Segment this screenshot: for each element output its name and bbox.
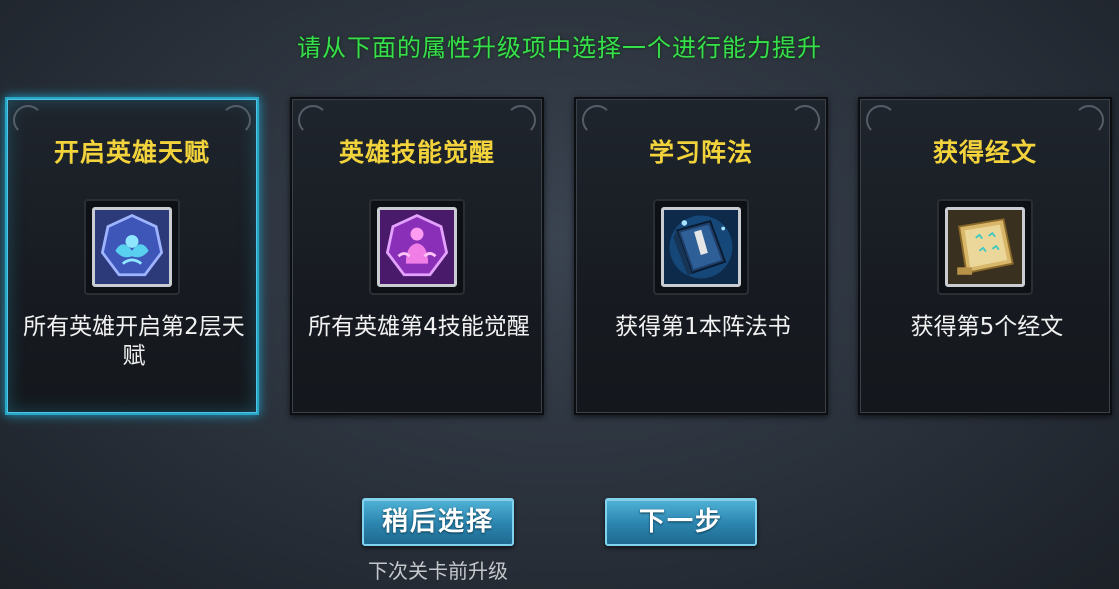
instruction-title: 请从下面的属性升级项中选择一个进行能力提升 — [297, 34, 822, 62]
card-description: 所有英雄开启第2层天赋 — [23, 314, 245, 369]
card-title: 开启英雄天赋 — [53, 138, 210, 167]
card-title: 英雄技能觉醒 — [338, 138, 495, 167]
card-description: 获得第1本阵法书 — [615, 314, 791, 340]
corner-ornament — [298, 105, 328, 135]
formation-book-icon — [661, 207, 741, 287]
icon-frame — [369, 199, 465, 295]
upgrade-card-hero-talent[interactable]: 开启英雄天赋 所有英雄开启第2层天赋 — [5, 97, 259, 415]
card-description: 所有英雄第4技能觉醒 — [308, 314, 530, 340]
card-title: 获得经文 — [932, 138, 1037, 167]
skill-awaken-icon — [377, 207, 457, 287]
next-step-button[interactable]: 下一步 — [605, 498, 757, 546]
scripture-scroll-icon — [945, 207, 1025, 287]
corner-ornament — [13, 105, 43, 135]
corner-ornament — [582, 105, 612, 135]
corner-ornament — [1074, 105, 1104, 135]
choose-later-hint: 下次关卡前升级 — [368, 559, 508, 583]
upgrade-card-scripture[interactable]: 获得经文 获得第5个经文 — [858, 97, 1112, 415]
corner-ornament — [506, 105, 536, 135]
card-description: 获得第5个经文 — [910, 314, 1064, 340]
corner-ornament — [866, 105, 896, 135]
upgrade-card-formation[interactable]: 学习阵法 获得第1本阵法书 — [574, 97, 828, 415]
icon-frame — [653, 199, 749, 295]
upgrade-card-skill-awaken[interactable]: 英雄技能觉醒 所有英雄第4技能觉醒 — [290, 97, 544, 415]
choose-later-button[interactable]: 稍后选择 — [362, 498, 514, 546]
hero-talent-icon — [92, 207, 172, 287]
corner-ornament — [221, 105, 251, 135]
icon-frame — [84, 199, 180, 295]
corner-ornament — [790, 105, 820, 135]
card-title: 学习阵法 — [648, 138, 753, 167]
icon-frame — [937, 199, 1033, 295]
